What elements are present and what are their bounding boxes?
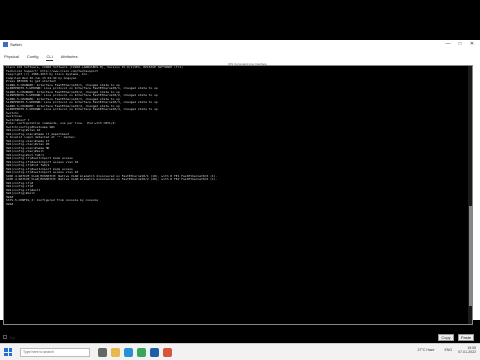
tab-bar: Physical Config CLI Attributes — [0, 53, 480, 61]
weather-status[interactable]: 27°C Haze — [418, 348, 435, 352]
close-icon[interactable]: ✕ — [466, 41, 478, 47]
minimize-icon[interactable]: — — [442, 41, 454, 47]
tab-attributes[interactable]: Attributes — [61, 53, 78, 61]
app-window: Switch — □ ✕ Physical Config CLI Attribu… — [0, 40, 480, 360]
terminal-scrollbar[interactable] — [468, 66, 472, 324]
system-tray: 27°C Haze ENG 19:05 07-01-2022 — [418, 346, 476, 354]
media-icon[interactable] — [163, 347, 172, 357]
top-checkbox[interactable] — [3, 335, 7, 339]
app-icon — [3, 42, 8, 47]
copy-button[interactable]: Copy — [438, 334, 454, 341]
task-view-icon[interactable] — [98, 347, 107, 357]
chrome-icon[interactable] — [137, 347, 146, 357]
window-title: Switch — [10, 42, 22, 47]
packet-tracer-icon[interactable] — [150, 347, 159, 357]
windows-start-icon[interactable] — [4, 348, 12, 356]
tab-physical[interactable]: Physical — [4, 53, 19, 61]
terminal-output[interactable]: Cisco IOS Software, C2960 Software (C296… — [3, 65, 473, 325]
tab-config[interactable]: Config — [27, 53, 39, 61]
taskbar: Type here to search 27°C Haze ENG 19:05 … — [0, 343, 480, 360]
tab-cli[interactable]: CLI — [46, 53, 53, 61]
file-explorer-icon[interactable] — [111, 347, 120, 357]
terminal-line: SW1# — [6, 201, 14, 206]
paste-button[interactable]: Paste — [458, 334, 474, 341]
bottom-bar: Top Copy Paste — [0, 334, 480, 342]
edge-icon[interactable] — [124, 347, 133, 357]
title-bar: Switch — □ ✕ — [0, 40, 480, 49]
clock-date: 07-01-2022 — [458, 350, 476, 354]
language-indicator[interactable]: ENG — [445, 348, 453, 352]
maximize-icon[interactable]: □ — [454, 41, 466, 47]
taskbar-search-input[interactable]: Type here to search — [20, 347, 90, 357]
top-checkbox-label: Top — [9, 335, 16, 340]
clock[interactable]: 19:05 07-01-2022 — [458, 346, 476, 354]
scrollbar-thumb[interactable] — [468, 206, 472, 306]
